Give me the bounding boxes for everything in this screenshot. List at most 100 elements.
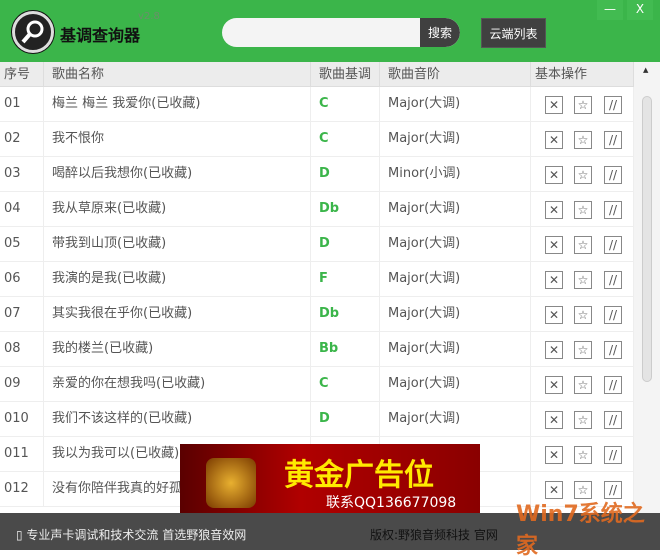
row-actions: ✕ ☆ // — [531, 437, 634, 471]
row-no: 01 — [0, 87, 44, 121]
delete-icon[interactable]: ✕ — [545, 376, 563, 394]
delete-icon[interactable]: ✕ — [545, 446, 563, 464]
edit-icon[interactable]: // — [604, 411, 622, 429]
table-row[interactable]: 01 梅兰 梅兰 我爱你(已收藏) C Major(大调) ✕ ☆ // — [0, 87, 634, 122]
delete-icon[interactable]: ✕ — [545, 96, 563, 114]
table-row[interactable]: 05 带我到山顶(已收藏) D Major(大调) ✕ ☆ // — [0, 227, 634, 262]
app-title: 基调查询器 — [60, 26, 141, 45]
edit-icon[interactable]: // — [604, 131, 622, 149]
row-no: 08 — [0, 332, 44, 366]
song-scale: Major(大调) — [380, 332, 531, 366]
minimize-button[interactable]: — — [597, 0, 623, 20]
favorite-star-icon[interactable]: ☆ — [574, 201, 592, 219]
row-actions: ✕ ☆ // — [531, 262, 634, 296]
song-key: Db — [311, 192, 380, 226]
edit-icon[interactable]: // — [604, 201, 622, 219]
delete-icon[interactable]: ✕ — [545, 201, 563, 219]
row-actions: ✕ ☆ // — [531, 157, 634, 191]
delete-icon[interactable]: ✕ — [545, 131, 563, 149]
ad-title: 黄金广告位 — [284, 458, 434, 493]
song-key: C — [311, 367, 380, 401]
delete-icon[interactable]: ✕ — [545, 411, 563, 429]
search-button[interactable]: 搜索 — [420, 18, 460, 47]
edit-icon[interactable]: // — [604, 271, 622, 289]
row-no: 02 — [0, 122, 44, 156]
delete-icon[interactable]: ✕ — [545, 166, 563, 184]
song-key: Db — [311, 297, 380, 331]
app-version: v2.8 — [138, 11, 160, 22]
search-box: 搜索 — [222, 18, 460, 47]
col-scale[interactable]: 歌曲音阶 — [380, 62, 531, 86]
favorite-star-icon[interactable]: ☆ — [574, 306, 592, 324]
close-button[interactable]: X — [627, 0, 653, 20]
edit-icon[interactable]: // — [604, 166, 622, 184]
song-name: 其实我很在乎你(已收藏) — [44, 297, 311, 331]
cloud-list-button[interactable]: 云端列表 — [481, 18, 546, 48]
table-row[interactable]: 04 我从草原来(已收藏) Db Major(大调) ✕ ☆ // — [0, 192, 634, 227]
row-actions: ✕ ☆ // — [531, 402, 634, 436]
table-row[interactable]: 08 我的楼兰(已收藏) Bb Major(大调) ✕ ☆ // — [0, 332, 634, 367]
search-input[interactable] — [222, 18, 418, 47]
row-actions: ✕ ☆ // — [531, 367, 634, 401]
song-scale: Major(大调) — [380, 122, 531, 156]
song-key: F — [311, 262, 380, 296]
delete-icon[interactable]: ✕ — [545, 306, 563, 324]
delete-icon[interactable]: ✕ — [545, 271, 563, 289]
edit-icon[interactable]: // — [604, 306, 622, 324]
col-no[interactable]: 序号 — [0, 62, 44, 86]
edit-icon[interactable]: // — [604, 376, 622, 394]
table-row[interactable]: 06 我演的是我(已收藏) F Major(大调) ✕ ☆ // — [0, 262, 634, 297]
edit-icon[interactable]: // — [604, 96, 622, 114]
song-name: 亲爱的你在想我吗(已收藏) — [44, 367, 311, 401]
favorite-star-icon[interactable]: ☆ — [574, 271, 592, 289]
song-key: Bb — [311, 332, 380, 366]
table-row[interactable]: 02 我不恨你 C Major(大调) ✕ ☆ // — [0, 122, 634, 157]
favorite-star-icon[interactable]: ☆ — [574, 131, 592, 149]
favorite-star-icon[interactable]: ☆ — [574, 341, 592, 359]
song-key: C — [311, 87, 380, 121]
favorite-star-icon[interactable]: ☆ — [574, 376, 592, 394]
song-scale: Major(大调) — [380, 297, 531, 331]
delete-icon[interactable]: ✕ — [545, 236, 563, 254]
favorite-star-icon[interactable]: ☆ — [574, 96, 592, 114]
song-key: D — [311, 402, 380, 436]
favorite-star-icon[interactable]: ☆ — [574, 166, 592, 184]
song-scale: Minor(小调) — [380, 157, 531, 191]
row-no: 09 — [0, 367, 44, 401]
row-no: 012 — [0, 472, 44, 506]
row-no: 03 — [0, 157, 44, 191]
watermark: Win7系统之家 — [516, 502, 645, 559]
scroll-up-icon[interactable]: ▲ — [643, 66, 648, 74]
table-row[interactable]: 09 亲爱的你在想我吗(已收藏) C Major(大调) ✕ ☆ // — [0, 367, 634, 402]
ad-banner[interactable]: 黄金广告位 联系QQ136677098 — [180, 444, 480, 513]
song-scale: Major(大调) — [380, 367, 531, 401]
col-name[interactable]: 歌曲名称 — [44, 62, 311, 86]
edit-icon[interactable]: // — [604, 236, 622, 254]
delete-icon[interactable]: ✕ — [545, 341, 563, 359]
row-no: 011 — [0, 437, 44, 471]
scrollbar[interactable]: ▲ — [634, 62, 660, 513]
row-actions: ✕ ☆ // — [531, 122, 634, 156]
song-key: C — [311, 122, 380, 156]
song-name: 我不恨你 — [44, 122, 311, 156]
row-no: 05 — [0, 227, 44, 261]
scrollbar-thumb[interactable] — [642, 96, 652, 382]
song-scale: Major(大调) — [380, 192, 531, 226]
song-key: D — [311, 157, 380, 191]
table-row[interactable]: 07 其实我很在乎你(已收藏) Db Major(大调) ✕ ☆ // — [0, 297, 634, 332]
favorite-star-icon[interactable]: ☆ — [574, 411, 592, 429]
favorite-star-icon[interactable]: ☆ — [574, 236, 592, 254]
song-scale: Major(大调) — [380, 227, 531, 261]
col-key[interactable]: 歌曲基调 — [311, 62, 380, 86]
col-ops[interactable]: 基本操作 — [531, 62, 634, 86]
copyright: 版权:野狼音频科技 官网 — [370, 528, 498, 542]
favorite-star-icon[interactable]: ☆ — [574, 446, 592, 464]
edit-icon[interactable]: // — [604, 446, 622, 464]
footer-link[interactable]: 专业声卡调试和技术交流 首选野狼音效网 — [26, 528, 246, 542]
table-row[interactable]: 010 我们不该这样的(已收藏) D Major(大调) ✕ ☆ // — [0, 402, 634, 437]
song-name: 喝醉以后我想你(已收藏) — [44, 157, 311, 191]
title-bar: 基调查询器 v2.8 搜索 云端列表 — X — [0, 0, 660, 62]
edit-icon[interactable]: // — [604, 341, 622, 359]
table-row[interactable]: 03 喝醉以后我想你(已收藏) D Minor(小调) ✕ ☆ // — [0, 157, 634, 192]
row-no: 07 — [0, 297, 44, 331]
